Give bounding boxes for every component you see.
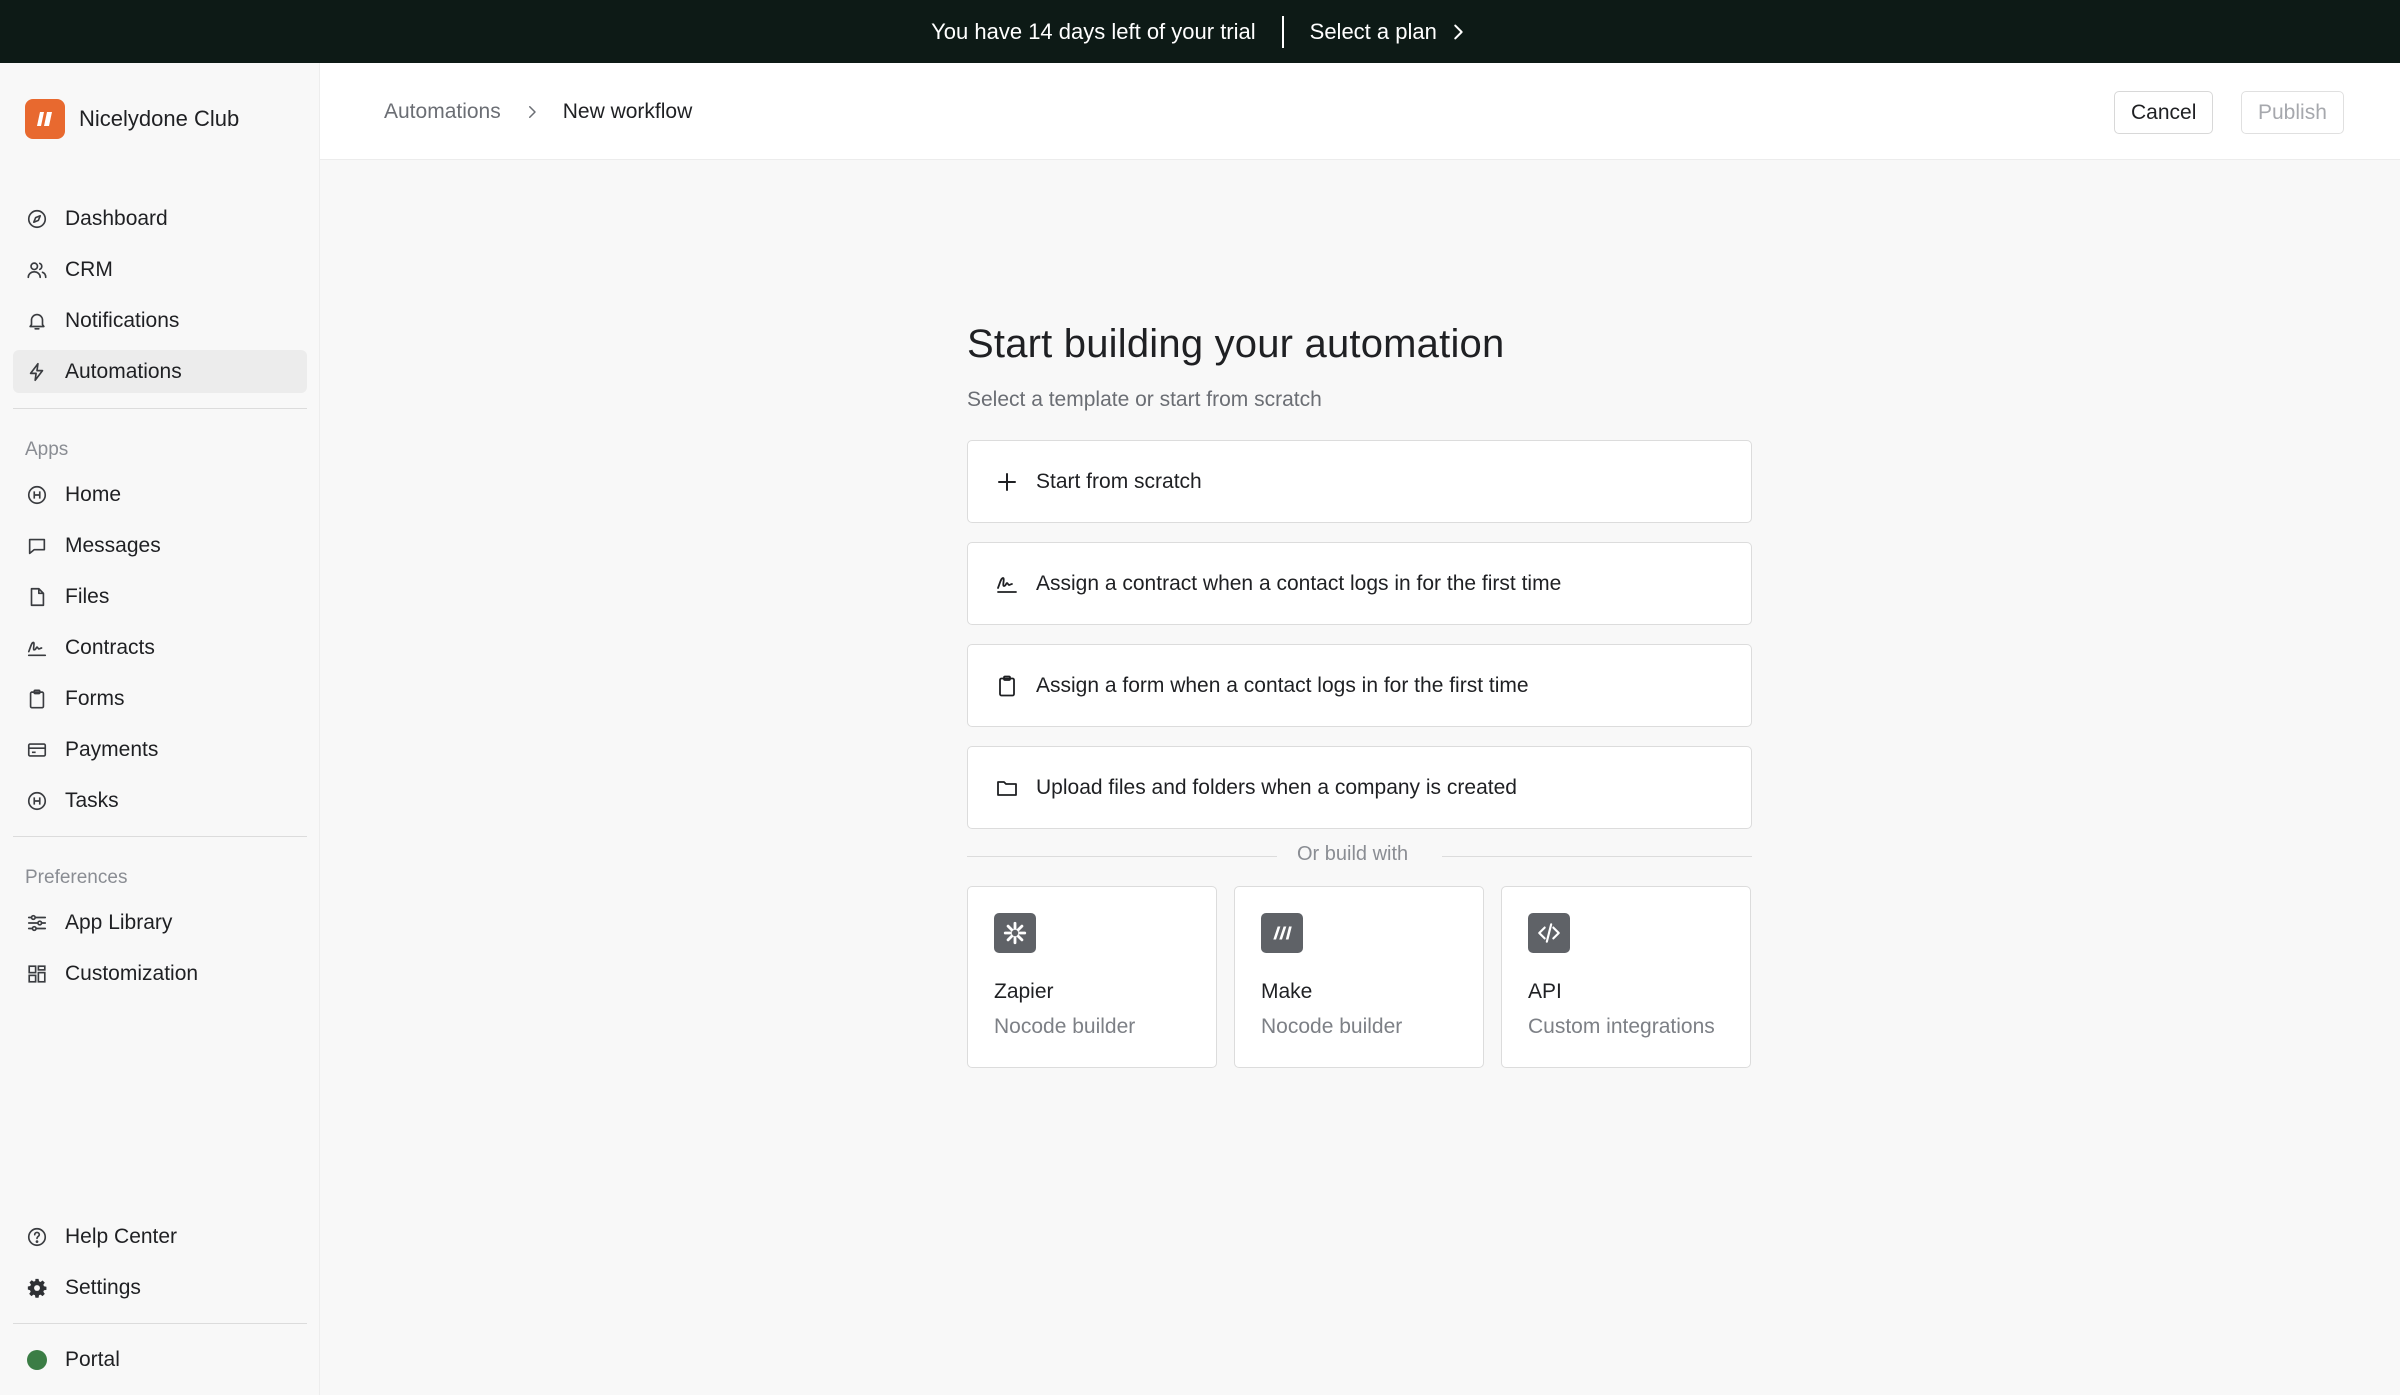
option-label: Upload files and folders when a company … xyxy=(1036,775,1517,799)
code-icon xyxy=(1528,913,1570,953)
card-subtitle: Nocode builder xyxy=(1261,1015,1403,1038)
sidebar-item-notifications[interactable]: Notifications xyxy=(13,299,307,342)
sidebar-item-label: Messages xyxy=(65,533,161,557)
page-title: Start building your automation xyxy=(967,322,1505,366)
make-card[interactable]: Make Nocode builder xyxy=(1234,886,1484,1068)
zapier-icon xyxy=(994,913,1036,953)
sidebar-divider xyxy=(13,1323,307,1324)
sidebar-item-payments[interactable]: Payments xyxy=(13,728,307,771)
plus-icon xyxy=(994,469,1020,495)
help-icon xyxy=(25,1225,49,1249)
divider-line xyxy=(967,856,1277,857)
compass-icon xyxy=(25,207,49,231)
signature-icon xyxy=(994,571,1020,597)
clipboard-icon xyxy=(994,673,1020,699)
sliders-icon xyxy=(25,911,49,935)
sidebar-item-files[interactable]: Files xyxy=(13,575,307,618)
trial-text: You have 14 days left of your trial xyxy=(931,18,1256,44)
card-subtitle: Nocode builder xyxy=(994,1015,1136,1038)
sidebar-item-label: Help Center xyxy=(65,1224,178,1248)
card-subtitle: Custom integrations xyxy=(1528,1015,1715,1038)
folder-icon xyxy=(994,775,1020,801)
publish-button[interactable]: Publish xyxy=(2241,91,2344,134)
message-icon xyxy=(25,534,49,558)
sidebar-item-label: App Library xyxy=(65,910,173,934)
users-icon xyxy=(25,258,49,282)
make-icon xyxy=(1261,913,1303,953)
brand-logo-icon xyxy=(25,99,65,139)
sidebar-item-label: Portal xyxy=(65,1347,120,1371)
breadcrumb-current: New workflow xyxy=(562,99,693,123)
sidebar-item-home[interactable]: Home xyxy=(13,473,307,516)
sidebar-divider xyxy=(13,408,307,409)
sidebar-item-contracts[interactable]: Contracts xyxy=(13,626,307,669)
breadcrumb-automations[interactable]: Automations xyxy=(384,100,501,124)
sidebar-item-customization[interactable]: Customization xyxy=(13,952,307,995)
api-card[interactable]: API Custom integrations xyxy=(1501,886,1751,1068)
sidebar-item-crm[interactable]: CRM xyxy=(13,248,307,291)
chevron-right-icon xyxy=(528,105,536,118)
sidebar-item-label: CRM xyxy=(65,257,113,281)
app-icon xyxy=(25,483,49,507)
apps-section-label: Apps xyxy=(25,439,69,460)
sidebar-item-label: Customization xyxy=(65,961,199,985)
sidebar-item-app-library[interactable]: App Library xyxy=(13,901,307,944)
sidebar-item-messages[interactable]: Messages xyxy=(13,524,307,567)
page-header: Automations New workflow Cancel Publish xyxy=(320,63,2400,160)
start-from-scratch-option[interactable]: Start from scratch xyxy=(967,440,1752,523)
sidebar-item-help-center[interactable]: Help Center xyxy=(13,1215,307,1258)
zapier-card[interactable]: Zapier Nocode builder xyxy=(967,886,1217,1068)
select-plan-link[interactable]: Select a plan xyxy=(1310,19,1469,45)
sidebar-item-settings[interactable]: Settings xyxy=(13,1266,307,1309)
credit-card-icon xyxy=(25,738,49,762)
sidebar-item-label: Files xyxy=(65,584,110,608)
option-label: Assign a form when a contact logs in for… xyxy=(1036,673,1529,697)
page-subtitle: Select a template or start from scratch xyxy=(967,388,1322,411)
portal-status-dot xyxy=(25,1348,49,1372)
sidebar-item-label: Forms xyxy=(65,686,125,710)
workspace-switcher[interactable]: Nicelydone Club xyxy=(25,99,239,139)
banner-divider xyxy=(1281,15,1284,48)
file-icon xyxy=(25,585,49,609)
sidebar-item-label: Dashboard xyxy=(65,206,168,230)
sidebar-item-portal[interactable]: Portal xyxy=(13,1338,307,1381)
select-plan-label: Select a plan xyxy=(1309,18,1437,44)
layout-icon xyxy=(25,962,49,986)
sidebar-item-label: Settings xyxy=(65,1275,141,1299)
option-label: Start from scratch xyxy=(1036,469,1202,493)
sidebar-item-label: Payments xyxy=(65,737,159,761)
template-assign-form[interactable]: Assign a form when a contact logs in for… xyxy=(967,644,1752,727)
preferences-section-label: Preferences xyxy=(25,867,128,888)
workspace-name: Nicelydone Club xyxy=(79,106,240,131)
breadcrumb: Automations New workflow xyxy=(384,63,692,160)
card-title: Zapier xyxy=(994,980,1054,1003)
app-icon xyxy=(25,789,49,813)
card-title: Make xyxy=(1261,980,1313,1003)
sidebar-item-tasks[interactable]: Tasks xyxy=(13,779,307,822)
cancel-button[interactable]: Cancel xyxy=(2114,91,2214,134)
sidebar-item-automations[interactable]: Automations xyxy=(13,350,307,393)
sidebar-item-label: Automations xyxy=(65,359,182,383)
chevron-right-icon xyxy=(1454,24,1463,39)
sidebar-divider xyxy=(13,836,307,837)
signature-icon xyxy=(25,636,49,660)
clipboard-icon xyxy=(25,687,49,711)
sidebar-item-label: Home xyxy=(65,482,122,506)
bell-icon xyxy=(25,309,49,333)
sidebar-item-label: Tasks xyxy=(65,788,119,812)
trial-banner: You have 14 days left of your trial Sele… xyxy=(0,0,2400,63)
lightning-icon xyxy=(25,360,49,384)
sidebar-item-label: Notifications xyxy=(65,308,180,332)
sidebar-item-label: Contracts xyxy=(65,635,155,659)
template-upload-files[interactable]: Upload files and folders when a company … xyxy=(967,746,1752,829)
divider-line xyxy=(1442,856,1752,857)
sidebar-item-forms[interactable]: Forms xyxy=(13,677,307,720)
option-label: Assign a contract when a contact logs in… xyxy=(1036,571,1562,595)
card-title: API xyxy=(1528,980,1562,1003)
sidebar-item-dashboard[interactable]: Dashboard xyxy=(13,197,307,240)
gear-icon xyxy=(25,1276,49,1300)
or-build-with-label: Or build with xyxy=(1297,843,1409,865)
template-assign-contract[interactable]: Assign a contract when a contact logs in… xyxy=(967,542,1752,625)
sidebar: Nicelydone Club Dashboard CRM Notificati… xyxy=(0,63,320,1395)
